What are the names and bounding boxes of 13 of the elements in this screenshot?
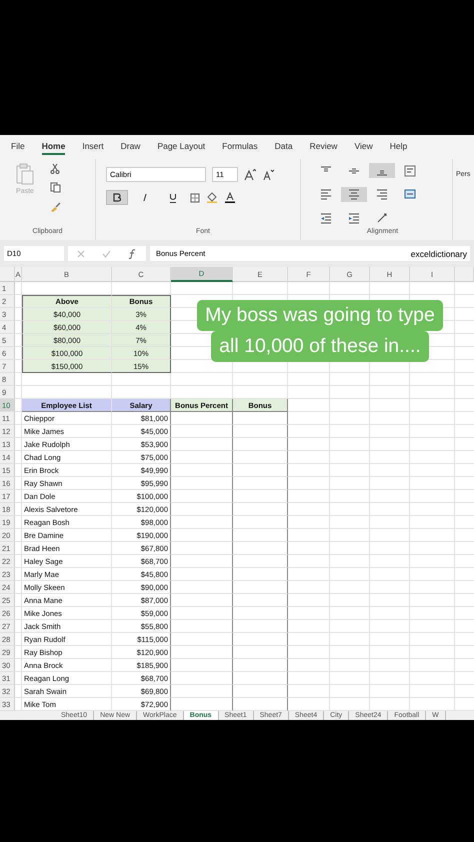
ribbon-tab[interactable]: File xyxy=(11,141,25,155)
ribbon-tab[interactable]: Home xyxy=(42,141,66,155)
ribbon-tab[interactable]: Page Layout xyxy=(157,141,206,155)
caption-text: My boss was going to type xyxy=(197,300,443,331)
caption-text: all 10,000 of these in.... xyxy=(211,331,429,362)
ribbon-tab[interactable]: Formulas xyxy=(222,141,258,155)
creator-handle: exceldictionary xyxy=(410,248,467,258)
ribbon-tab[interactable]: View xyxy=(354,141,373,155)
ribbon-tab[interactable]: Help xyxy=(390,141,408,155)
ribbon-tab[interactable]: Review xyxy=(310,141,338,155)
ribbon-tab[interactable]: Draw xyxy=(120,141,140,155)
ribbon-tab[interactable]: Insert xyxy=(82,141,104,155)
ribbon-tab[interactable]: Data xyxy=(274,141,293,155)
